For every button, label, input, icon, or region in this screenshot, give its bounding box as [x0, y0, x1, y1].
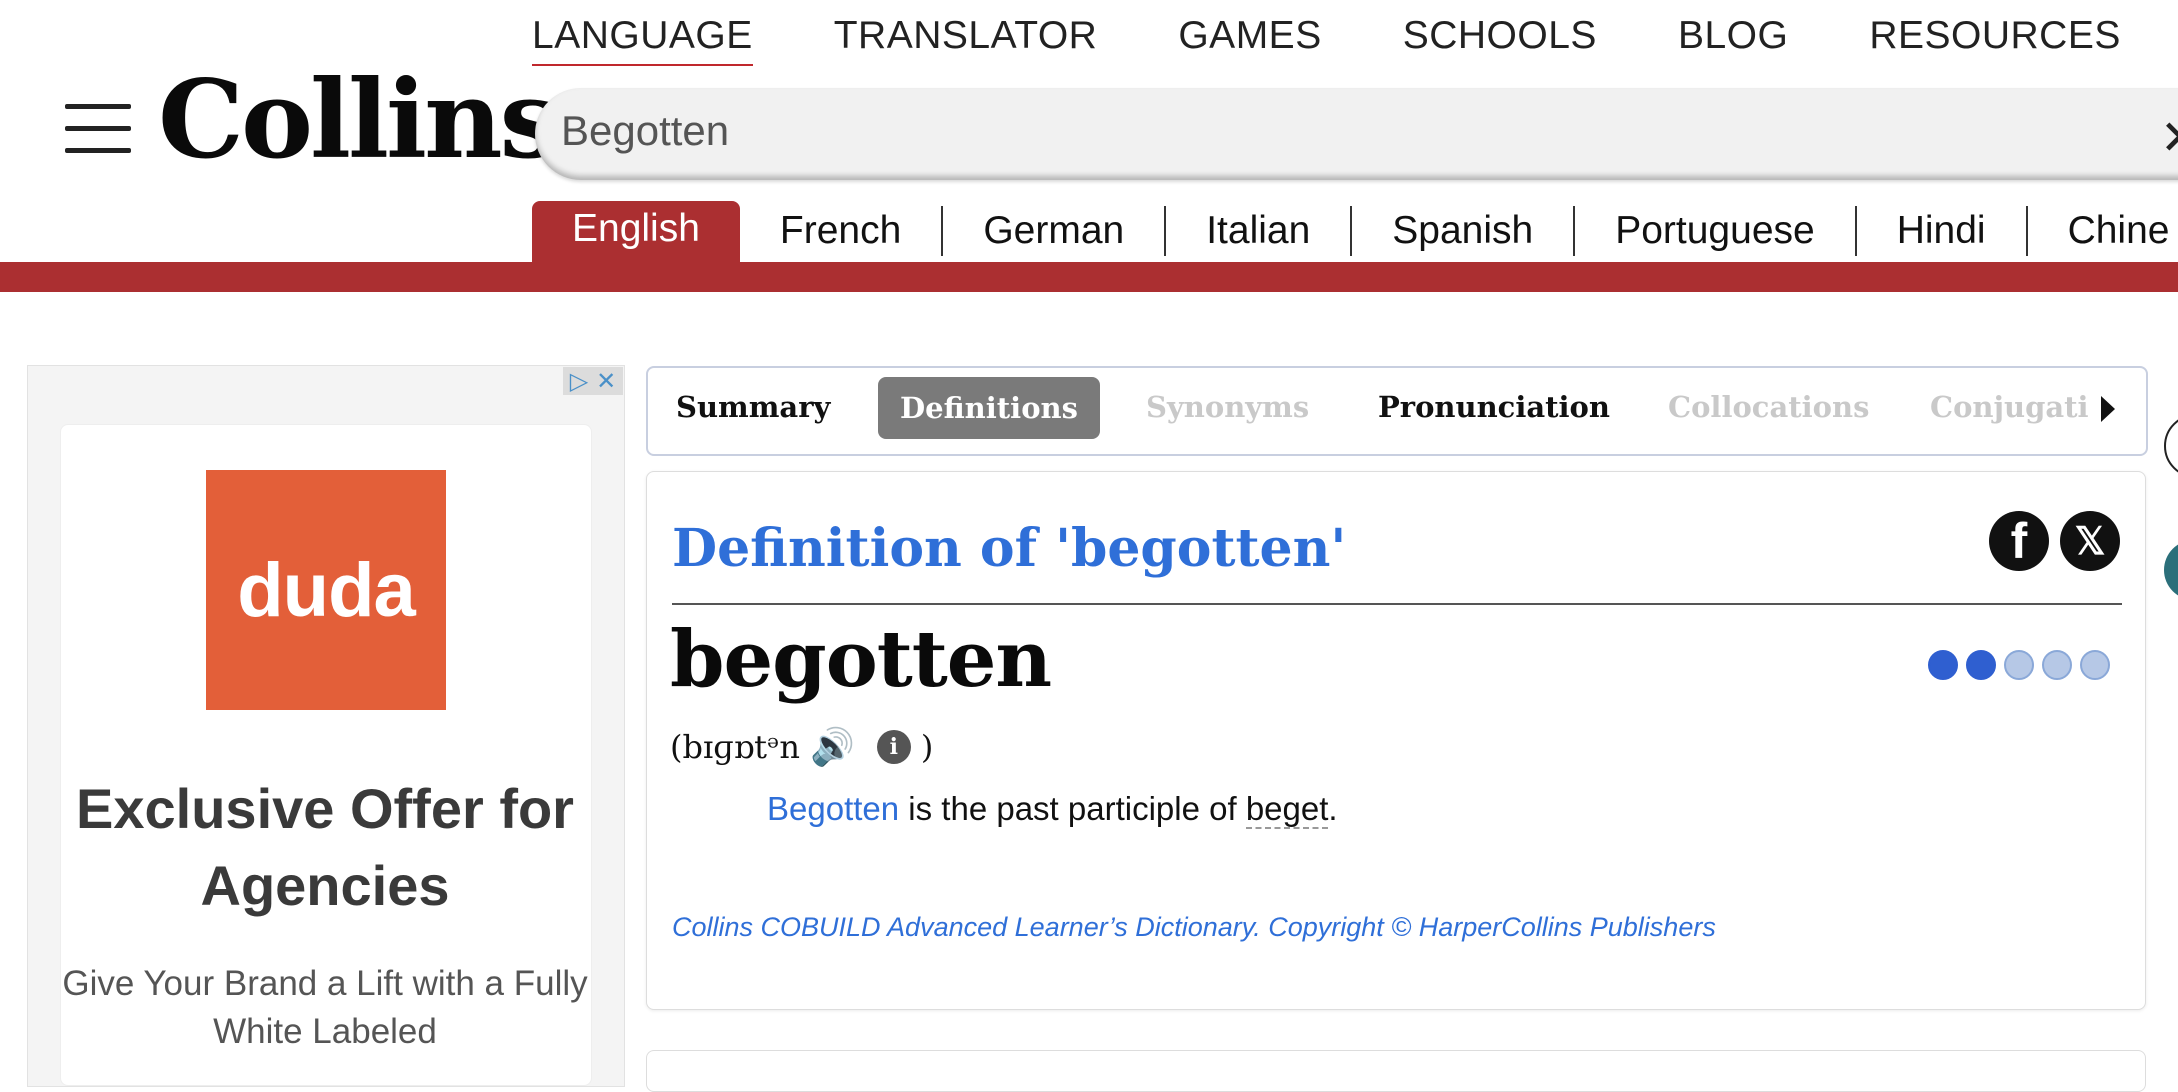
- definition-sense: Begotten is the past participle of beget…: [767, 790, 1338, 829]
- search-input[interactable]: [559, 106, 2063, 156]
- lang-tab-hindi[interactable]: Hindi: [1857, 206, 2028, 256]
- search-bar: [535, 88, 2178, 180]
- ad-title[interactable]: Exclusive Offer for Agencies: [60, 770, 590, 924]
- headword: begotten: [670, 614, 1052, 705]
- frequency-dot: [2004, 650, 2034, 680]
- sense-text: is the past participle of: [899, 790, 1246, 827]
- frequency-dot: [2080, 650, 2110, 680]
- lang-tab-italian[interactable]: Italian: [1166, 206, 1353, 256]
- nav-resources[interactable]: RESOURCES: [1869, 14, 2121, 66]
- frequency-dot: [1966, 650, 1996, 680]
- section-tabs: Summary Definitions Synonyms Pronunciati…: [646, 366, 2148, 456]
- pronunciation: (bɪɡɒtᵊn 🔊 i ): [670, 726, 933, 768]
- pron-close: ): [920, 728, 934, 766]
- next-card: [646, 1050, 2146, 1092]
- frequency-dot: [2042, 650, 2072, 680]
- divider: [672, 603, 2122, 605]
- ad-body[interactable]: Give Your Brand a Lift with a Fully Whit…: [60, 960, 590, 1056]
- tab-synonyms: Synonyms: [1146, 390, 1310, 424]
- cross-reference-link[interactable]: beget: [1245, 790, 1329, 829]
- lang-tab-english[interactable]: English: [532, 201, 740, 262]
- tab-conjugation: Conjugati: [1930, 390, 2089, 424]
- nav-language[interactable]: LANGUAGE: [532, 14, 753, 66]
- language-tabs: English French German Italian Spanish Po…: [532, 201, 2178, 262]
- tab-pronunciation[interactable]: Pronunciation: [1378, 390, 1610, 424]
- frequency-dot: [1928, 650, 1958, 680]
- nav-schools[interactable]: SCHOOLS: [1403, 14, 1597, 66]
- nav-blog[interactable]: BLOG: [1678, 14, 1788, 66]
- ipa-text: bɪɡɒtᵊn: [682, 728, 801, 766]
- lang-tab-chinese[interactable]: Chine: [2028, 206, 2178, 256]
- copyright-notice[interactable]: Collins COBUILD Advanced Learner’s Dicti…: [672, 912, 1716, 943]
- menu-icon[interactable]: [65, 104, 131, 154]
- tab-collocations: Collocations: [1668, 390, 1870, 424]
- info-icon[interactable]: i: [876, 730, 911, 764]
- ad-logo[interactable]: duda: [206, 470, 446, 710]
- lang-tab-french[interactable]: French: [740, 206, 944, 256]
- scroll-right-icon[interactable]: [2101, 396, 2115, 422]
- nav-games[interactable]: GAMES: [1178, 14, 1321, 66]
- speaker-icon[interactable]: 🔊: [810, 726, 855, 768]
- side-button[interactable]: [2164, 414, 2178, 478]
- language-bar: [0, 262, 2178, 292]
- sense-word[interactable]: Begotten: [767, 790, 899, 827]
- lang-tab-german[interactable]: German: [943, 206, 1167, 256]
- sense-end: .: [1328, 790, 1338, 827]
- side-avatar[interactable]: [2164, 540, 2178, 600]
- definition-title: Definition of 'begotten': [672, 518, 1347, 579]
- frequency-indicator: [1928, 650, 2110, 680]
- top-navigation: LANGUAGE TRANSLATOR GAMES SCHOOLS BLOG R…: [532, 14, 2178, 66]
- nav-translator[interactable]: TRANSLATOR: [834, 14, 1098, 66]
- tab-summary[interactable]: Summary: [676, 390, 830, 424]
- pron-open: (: [670, 728, 683, 766]
- x-twitter-icon[interactable]: 𝕏: [2060, 511, 2120, 571]
- collins-logo[interactable]: Collins: [158, 66, 560, 174]
- lang-tab-portuguese[interactable]: Portuguese: [1575, 206, 1857, 256]
- close-icon[interactable]: ✕: [2160, 110, 2178, 166]
- facebook-icon[interactable]: f: [1989, 511, 2049, 571]
- tab-definitions[interactable]: Definitions: [878, 377, 1100, 439]
- adchoices-icon[interactable]: ▷ ✕: [563, 367, 623, 395]
- lang-tab-spanish[interactable]: Spanish: [1352, 206, 1576, 256]
